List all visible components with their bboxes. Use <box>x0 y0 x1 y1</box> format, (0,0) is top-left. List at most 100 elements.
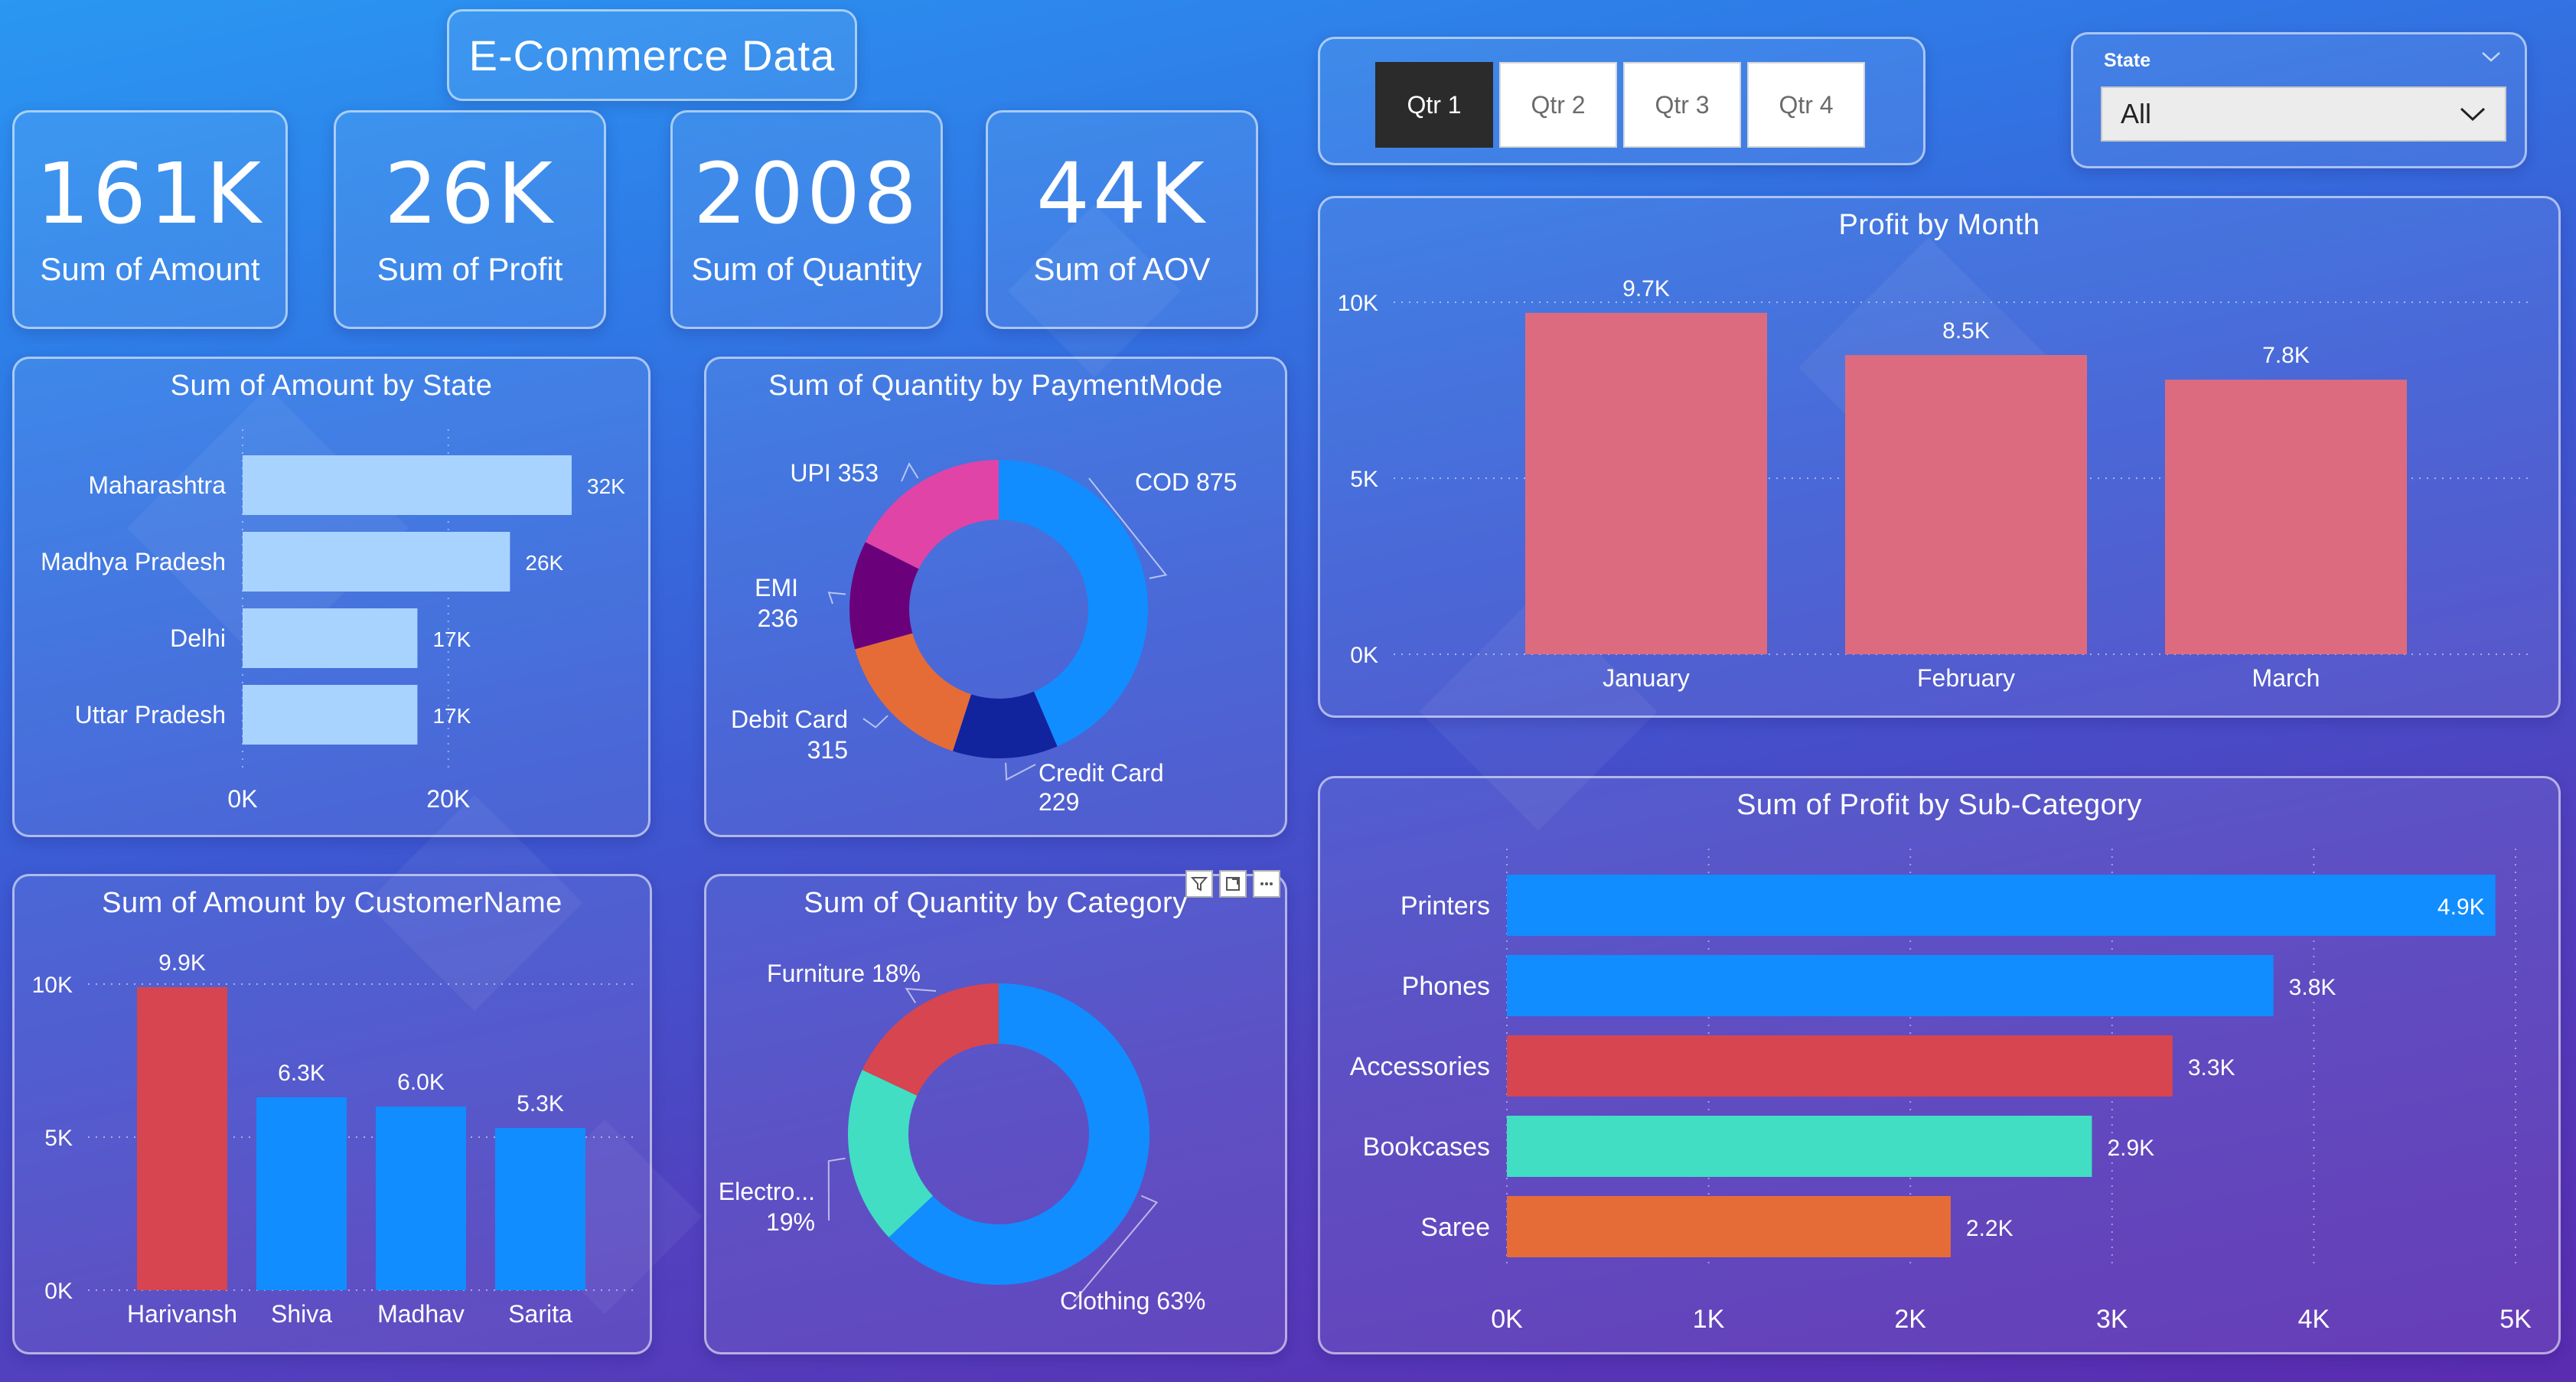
donut-label: UPI 353 <box>790 459 879 487</box>
kpi-card-amount[interactable]: 161K Sum of Amount <box>12 110 288 329</box>
bar <box>243 608 418 668</box>
category-label: Printers <box>1400 891 1490 921</box>
category-label: Delhi <box>170 624 226 652</box>
dashboard-title-box: E-Commerce Data <box>447 9 857 101</box>
kpi-label: Sum of Quantity <box>691 251 922 287</box>
donut-label: 315 <box>807 736 848 764</box>
profit-by-month-visual[interactable]: Profit by Month 0K 5K 10K January 9.7K Februa… <box>1318 196 2561 718</box>
bar <box>1525 312 1767 654</box>
kpi-label: Sum of Profit <box>377 251 563 287</box>
profit-by-subcategory-chart: 0K 1K 2K 3K 4K 5K Printers 4.9K Phones 3.8K Access… <box>1350 849 2532 1334</box>
category-label: January <box>1603 664 1690 692</box>
amount-by-state-chart: 0K 20K Maharashtra 32K Madhya Pradesh 26K Delh… <box>41 429 625 813</box>
x-tick-label: 5K <box>2499 1305 2532 1334</box>
state-slicer-label: State <box>2104 50 2151 71</box>
bar <box>1507 875 2496 936</box>
dashboard-title: E-Commerce Data <box>468 31 836 80</box>
bar <box>1507 1116 2092 1177</box>
data-label: 3.8K <box>2289 975 2336 1000</box>
bar <box>243 455 572 515</box>
x-tick-label: 1K <box>1693 1305 1725 1334</box>
category-label: Accessories <box>1350 1052 1490 1081</box>
y-tick-label: 0K <box>1350 643 1378 668</box>
y-tick-label: 10K <box>1338 291 1378 316</box>
bar <box>243 685 418 745</box>
data-label: 4.9K <box>2437 895 2485 920</box>
kpi-card-quantity[interactable]: 2008 Sum of Quantity <box>670 110 943 329</box>
kpi-label: Sum of Amount <box>40 251 260 287</box>
donut-slice <box>862 983 999 1096</box>
donut-label: COD 875 <box>1135 468 1237 496</box>
category-label: Maharashtra <box>88 471 226 499</box>
donut-label: Credit Card <box>1039 759 1164 787</box>
donut-slice <box>855 633 971 751</box>
data-label: 6.0K <box>397 1070 445 1095</box>
category-label: February <box>1917 664 2015 692</box>
kpi-card-aov[interactable]: 44K Sum of AOV <box>986 110 1258 329</box>
category-label: Madhya Pradesh <box>41 548 226 575</box>
quarter-slicer: Qtr 1 Qtr 2 Qtr 3 Qtr 4 <box>1318 37 1925 165</box>
amount-by-customer-chart: 0K 5K 10K Harivansh 9.9K Shiva 6.3K Madhav 6.0K S… <box>32 950 634 1328</box>
data-label: 9.9K <box>158 950 206 976</box>
amount-by-customer-visual[interactable]: Sum of Amount by CustomerName 0K 5K 10K Har… <box>12 874 652 1354</box>
bar <box>376 1107 466 1290</box>
category-label: March <box>2252 664 2320 692</box>
data-label: 7.8K <box>2262 343 2310 368</box>
kpi-value: 161K <box>35 145 265 243</box>
qtr-3-button[interactable]: Qtr 3 <box>1623 62 1741 148</box>
data-label: 17K <box>432 704 471 728</box>
state-slicer: State All <box>2071 32 2527 168</box>
bar <box>2165 380 2407 654</box>
data-label: 2.9K <box>2107 1136 2154 1161</box>
quantity-by-paymentmode-visual[interactable]: Sum of Quantity by PaymentMode COD 875 Cr… <box>704 357 1287 837</box>
kpi-label: Sum of AOV <box>1033 251 1211 287</box>
profit-by-month-chart: 0K 5K 10K January 9.7K February 8.5K March 7.8K <box>1338 276 2529 692</box>
data-label: 32K <box>587 474 625 498</box>
donut-label: Debit Card <box>731 706 848 733</box>
kpi-value: 2008 <box>693 145 920 243</box>
data-label: 9.7K <box>1622 276 1670 301</box>
qtr-1-button[interactable]: Qtr 1 <box>1375 62 1493 148</box>
profit-by-subcategory-visual[interactable]: Sum of Profit by Sub-Category 0K 1K 2K 3K 4K… <box>1318 776 2561 1354</box>
chevron-down-icon <box>2460 107 2486 122</box>
data-label: 26K <box>525 551 563 575</box>
kpi-value: 44K <box>1035 145 1208 243</box>
category-label: Sarita <box>508 1300 572 1328</box>
x-tick-label: 2K <box>1894 1305 1926 1334</box>
x-tick-label: 0K <box>227 785 257 813</box>
category-label: Uttar Pradesh <box>75 701 226 728</box>
x-tick-label: 0K <box>1491 1305 1523 1334</box>
kpi-value: 26K <box>383 145 556 243</box>
donut-label: 236 <box>758 605 798 632</box>
chevron-down-icon[interactable] <box>2480 50 2502 64</box>
donut-label: 229 <box>1039 788 1079 816</box>
amount-by-state-visual[interactable]: Sum of Amount by State 0K 20K Maharashtra 3… <box>12 357 651 837</box>
bar <box>137 987 227 1290</box>
donut-label: 19% <box>766 1208 815 1236</box>
donut-label: Clothing 63% <box>1060 1287 1205 1315</box>
qtr-4-button[interactable]: Qtr 4 <box>1747 62 1865 148</box>
bar <box>1507 1035 2173 1097</box>
bar <box>495 1128 585 1290</box>
category-label: Shiva <box>271 1300 332 1328</box>
donut-label: EMI <box>755 574 798 601</box>
quantity-by-paymentmode-chart: COD 875 Credit Card229 Debit Card 315 EMI 236… <box>731 459 1237 816</box>
x-tick-label: 20K <box>426 785 470 813</box>
bar <box>1845 355 2087 654</box>
data-label: 2.2K <box>1966 1216 2014 1241</box>
donut-label: Furniture 18% <box>767 960 921 987</box>
qtr-2-button[interactable]: Qtr 2 <box>1499 62 1617 148</box>
bar <box>1507 1196 1951 1257</box>
leader-line <box>901 462 919 482</box>
y-tick-label: 0K <box>44 1279 73 1304</box>
kpi-card-profit[interactable]: 26K Sum of Profit <box>334 110 606 329</box>
quantity-by-category-visual[interactable]: Sum of Quantity by Category Clothing 63%… <box>704 870 1287 1354</box>
leader-line <box>827 592 846 605</box>
data-label: 6.3K <box>278 1061 325 1086</box>
state-dropdown[interactable]: All <box>2101 86 2506 142</box>
category-label: Phones <box>1402 972 1490 1001</box>
category-label: Bookcases <box>1363 1133 1490 1162</box>
data-label: 5.3K <box>517 1091 564 1116</box>
y-tick-label: 5K <box>1350 467 1378 492</box>
category-label: Saree <box>1420 1213 1490 1242</box>
